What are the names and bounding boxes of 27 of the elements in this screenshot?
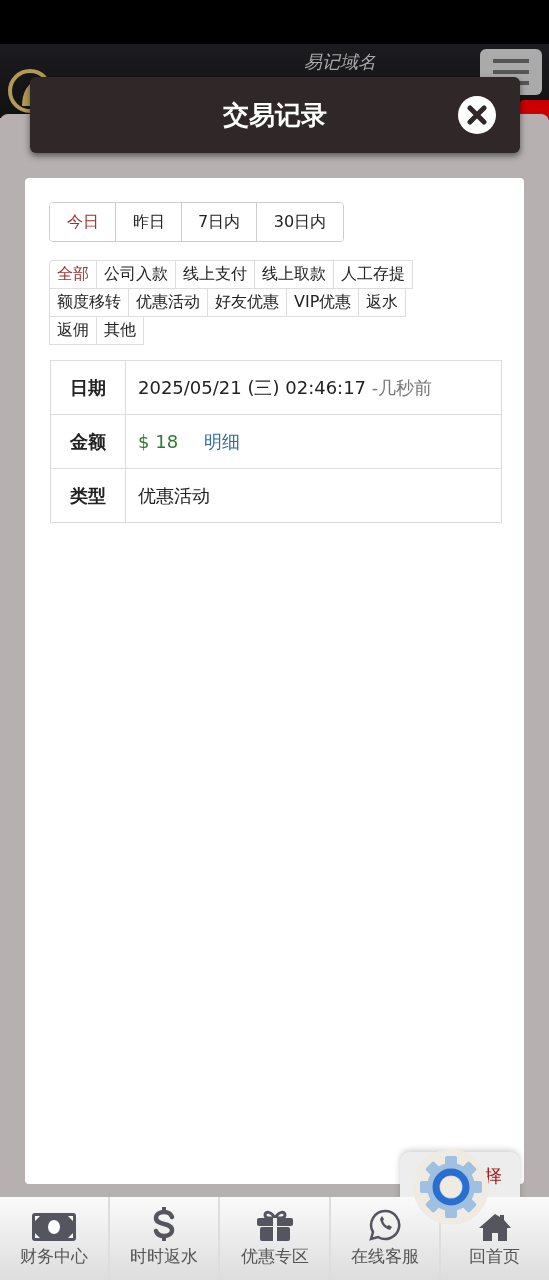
domain-label: 易记域名	[304, 50, 376, 74]
type-filter-tab[interactable]: 其他	[96, 316, 144, 345]
dollar-icon	[153, 1207, 176, 1241]
close-button[interactable]	[458, 96, 496, 134]
type-filter-tab[interactable]: 人工存提	[333, 260, 413, 289]
row-label: 类型	[50, 468, 126, 523]
home-icon	[477, 1213, 512, 1241]
type-filter-tab[interactable]: 全部	[49, 260, 97, 289]
detail-link[interactable]: 明细	[204, 430, 241, 452]
date-tab[interactable]: 30日内	[256, 203, 343, 241]
relative-time: -几秒前	[371, 376, 433, 398]
amount-value: $ 18	[138, 430, 179, 452]
type-filter-tab[interactable]: 返水	[358, 288, 407, 317]
row-label: 日期	[50, 360, 126, 415]
date-value: 2025/05/21 (三) 02:46:17	[138, 376, 367, 398]
row-label: 金额	[50, 414, 126, 469]
type-filter-tab[interactable]: 返佣	[49, 316, 97, 345]
nav-item[interactable]: 财务中心	[0, 1197, 111, 1280]
type-value: 优惠活动	[125, 468, 502, 523]
banknote-icon	[32, 1213, 77, 1241]
gift-icon	[256, 1209, 293, 1241]
nav-item[interactable]: 回首页	[440, 1197, 549, 1280]
phone-chat-icon	[368, 1209, 401, 1241]
nav-item[interactable]: 优惠专区	[220, 1197, 331, 1280]
close-icon	[467, 105, 487, 125]
dialog-title: 交易记录	[223, 98, 327, 132]
nav-item[interactable]: 时时返水	[110, 1197, 221, 1280]
